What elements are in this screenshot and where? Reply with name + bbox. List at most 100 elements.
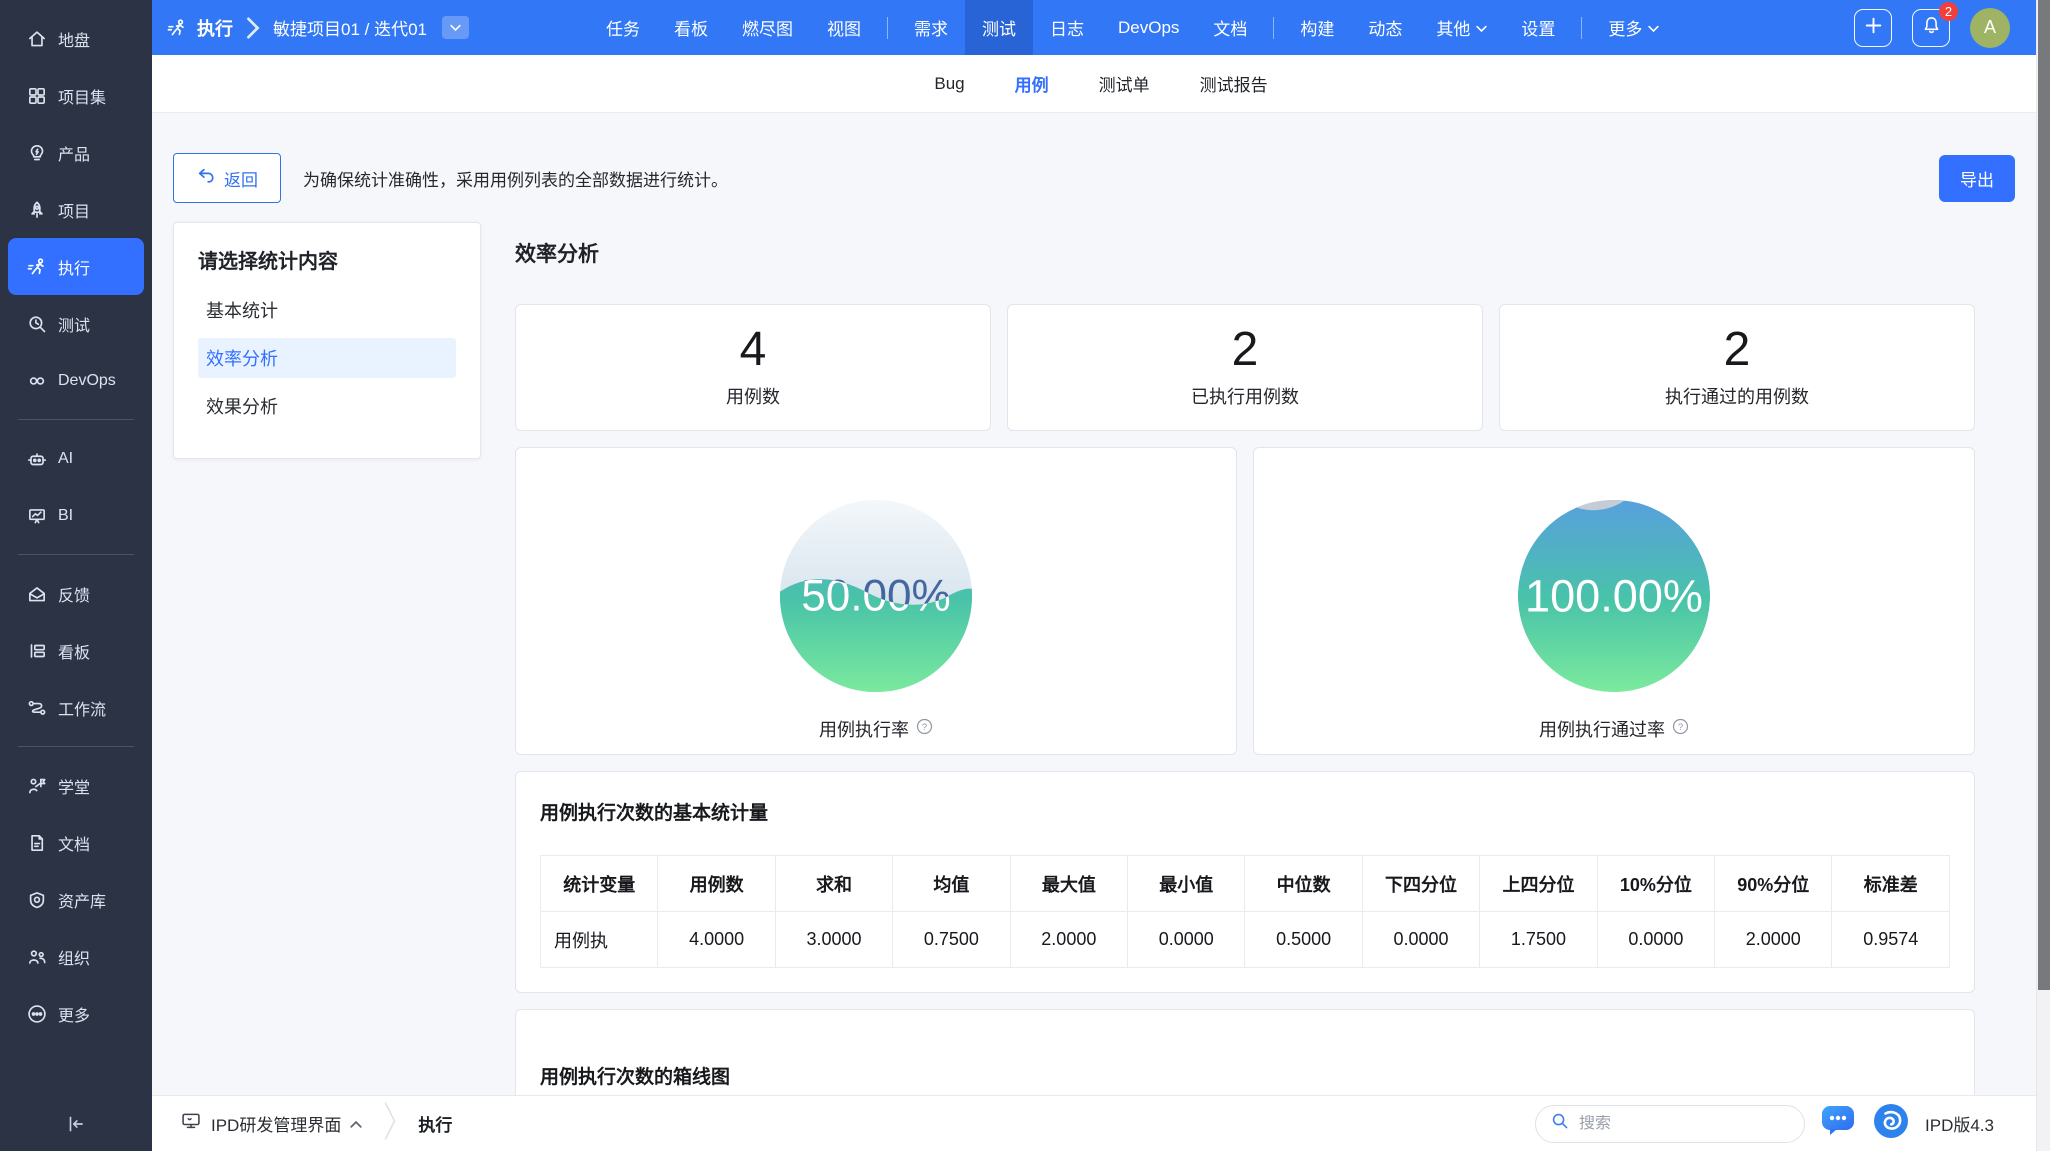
menu-item-burndown[interactable]: 燃尽图 [725,0,810,55]
stat-label: 用例数 [726,383,780,409]
sidebar-item-docs[interactable]: 文档 [0,814,152,871]
sidebar-item-territory[interactable]: 地盘 [0,10,152,67]
collapse-icon [65,1113,87,1135]
sidebar-item-devops[interactable]: DevOps [0,352,152,409]
topbar: 执行 敏捷项目01 / 迭代01 任务 看板 燃尽图 视图 需求 测试 日志 D… [152,0,2050,55]
menu-item-log[interactable]: 日志 [1033,0,1101,55]
sidebar-item-label: 组织 [58,945,90,969]
cell-variable: 用例执 [541,912,658,968]
menu-item-settings[interactable]: 设置 [1504,0,1572,55]
sidebar-item-product[interactable]: 产品 [0,124,152,181]
menu-item-kanban[interactable]: 看板 [657,0,725,55]
col-header: 最大值 [1010,856,1127,912]
stat-option-efficiency[interactable]: 效率分析 [198,338,456,378]
export-button[interactable]: 导出 [1939,155,2015,202]
current-module[interactable]: 执行 [418,1111,452,1136]
academy-icon [26,775,48,797]
menu-label: 动态 [1368,15,1402,40]
back-button[interactable]: 返回 [173,153,281,203]
stat-option-basic[interactable]: 基本统计 [198,290,456,330]
tab-bug[interactable]: Bug [934,74,964,94]
breadcrumb-section[interactable]: 执行 [197,15,233,41]
menu-item-test[interactable]: 测试 [965,0,1033,55]
global-search [1535,1105,1805,1143]
sidebar-item-org[interactable]: 组织 [0,928,152,985]
notifications-button[interactable]: 2 [1912,9,1950,47]
svg-text:?: ? [1678,722,1683,733]
project-dropdown-button[interactable] [442,16,469,39]
sidebar-item-workflow[interactable]: 工作流 [0,679,152,736]
topbar-actions: 2 A [1854,8,2026,48]
statistics-table: 统计变量 用例数 求和 均值 最大值 最小值 中位数 下四分位 上四分位 10%… [540,855,1950,968]
panel-title: 请选择统计内容 [198,245,456,274]
breadcrumb-project[interactable]: 敏捷项目01 / 迭代01 [273,15,427,40]
sidebar-item-feedback[interactable]: 反馈 [0,565,152,622]
sidebar-item-test[interactable]: 测试 [0,295,152,352]
tab-testreport[interactable]: 测试报告 [1200,71,1268,96]
table-row: 用例执 4.0000 3.0000 0.7500 2.0000 0.0000 0… [541,912,1950,968]
table-header-row: 统计变量 用例数 求和 均值 最大值 最小值 中位数 下四分位 上四分位 10%… [541,856,1950,912]
efficiency-analysis-section: 效率分析 4 用例数 2 已执行用例数 2 执行通过的用例数 [515,222,1975,1095]
menu-item-more[interactable]: 更多 [1591,0,1676,55]
avatar[interactable]: A [1970,8,2010,48]
pass-rate-card: 100.00% 100.00% 用例执行通过率 ? [1253,447,1975,755]
main-area: 执行 敏捷项目01 / 迭代01 任务 看板 燃尽图 视图 需求 测试 日志 D… [152,0,2050,1151]
stat-label: 执行通过的用例数 [1665,383,1809,409]
col-header: 用例数 [658,856,775,912]
sidebar-item-bi[interactable]: BI [0,487,152,544]
monitor-icon [180,1110,202,1137]
menu-item-build[interactable]: 构建 [1283,0,1351,55]
tab-case[interactable]: 用例 [1015,71,1049,96]
sidebar-item-label: DevOps [58,372,116,390]
menu-label: 任务 [606,15,640,40]
sidebar-item-assets[interactable]: 资产库 [0,871,152,928]
app-switcher[interactable]: IPD研发管理界面 [180,1110,362,1137]
col-header: 标准差 [1832,856,1950,912]
col-header: 10%分位 [1597,856,1714,912]
basic-statistics-card: 用例执行次数的基本统计量 统计变量 用例数 求和 均值 最大值 最小值 中位数 [515,771,1975,993]
sidebar-item-execution[interactable]: 执行 [8,238,144,295]
stat-cards: 4 用例数 2 已执行用例数 2 执行通过的用例数 [515,304,1975,431]
doc-icon [26,832,48,854]
execution-runner-icon [26,256,48,278]
more-ellipsis-icon [26,1003,48,1025]
scrollbar-thumb[interactable] [2038,0,2050,990]
menu-item-devops[interactable]: DevOps [1101,0,1196,55]
stat-option-effect[interactable]: 效果分析 [198,386,456,426]
sidebar-item-project[interactable]: 项目 [0,181,152,238]
sidebar-item-kanban[interactable]: 看板 [0,622,152,679]
search-input[interactable] [1579,1115,1790,1133]
sidebar-collapse-button[interactable] [0,1097,152,1151]
col-header: 上四分位 [1480,856,1597,912]
menu-item-docs[interactable]: 文档 [1196,0,1264,55]
tab-testtask[interactable]: 测试单 [1099,71,1150,96]
col-header: 统计变量 [541,856,658,912]
sidebar-item-program[interactable]: 项目集 [0,67,152,124]
menu-item-tasks[interactable]: 任务 [589,0,657,55]
help-question-icon[interactable]: ? [916,718,933,740]
chevron-down-icon [1476,18,1487,38]
workflow-icon [26,697,48,719]
stat-value: 4 [740,326,767,374]
sidebar-item-label: 资产库 [58,888,106,912]
stat-value: 2 [1724,326,1751,374]
sidebar-item-label: 看板 [58,639,90,663]
menu-item-others[interactable]: 其他 [1419,0,1504,55]
sidebar-item-ai[interactable]: AI [0,430,152,487]
sidebar-item-academy[interactable]: 学堂 [0,757,152,814]
create-button[interactable] [1854,9,1892,47]
statistics-notice: 为确保统计准确性，采用用例列表的全部数据进行统计。 [303,166,728,191]
menu-item-views[interactable]: 视图 [810,0,878,55]
gauge-label: 用例执行率 [819,716,909,742]
back-arrow-icon [196,166,215,190]
help-question-icon[interactable]: ? [1672,718,1689,740]
sidebar-item-more[interactable]: 更多 [0,985,152,1042]
menu-item-dynamics[interactable]: 动态 [1351,0,1419,55]
chat-bubble-icon[interactable] [1821,1104,1857,1143]
big-chevron-icon [384,1101,396,1146]
sidebar-item-label: 反馈 [58,582,90,606]
chevron-down-icon [450,19,461,37]
sidebar-item-label: BI [58,507,73,525]
menu-item-stories[interactable]: 需求 [897,0,965,55]
cell-value: 0.0000 [1362,912,1479,968]
